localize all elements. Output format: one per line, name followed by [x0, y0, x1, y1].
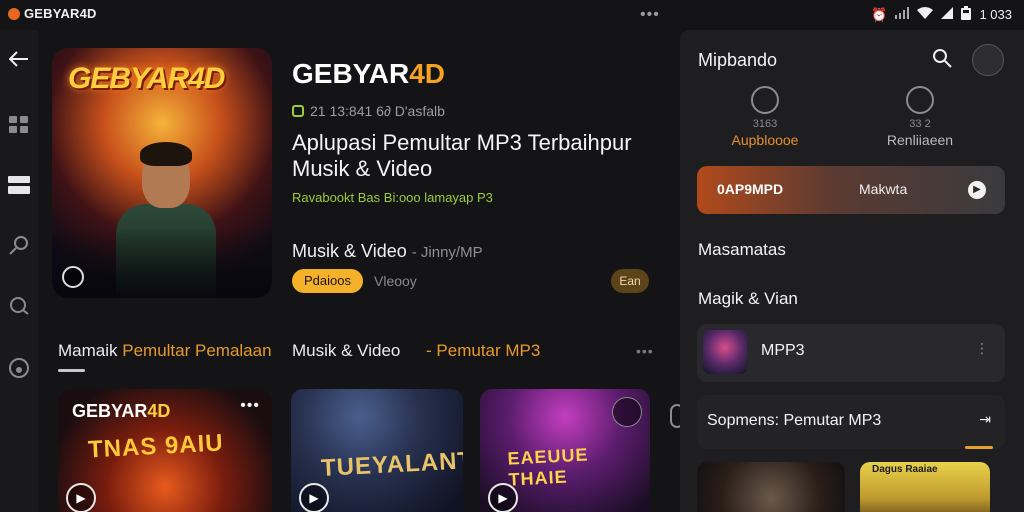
card-artwork-text: TNAS 9AIU [87, 429, 225, 464]
tabs-more-icon[interactable]: ••• [636, 343, 654, 359]
list-item[interactable]: MPP3 ⋮ [697, 324, 1005, 382]
app-meta-icon [292, 105, 304, 117]
cell-icon [941, 7, 954, 22]
profile-avatar[interactable] [972, 44, 1004, 76]
brand-name: GEBYAR4D [24, 6, 97, 21]
play-icon[interactable]: ▶ [299, 483, 329, 512]
grid-icon[interactable] [6, 112, 32, 138]
expand-icon[interactable] [612, 397, 642, 427]
progress-indicator [965, 446, 993, 449]
small-tag-button[interactable]: Ean [611, 269, 649, 293]
panel-title: Mipbando [698, 50, 778, 70]
hero-cover-art[interactable]: GEBYAR4D [52, 48, 272, 298]
list-item-label: MPP3 [761, 342, 805, 359]
tuning-icon [906, 86, 934, 114]
library-icon[interactable] [6, 172, 32, 198]
play-icon[interactable]: ▶ [66, 483, 96, 512]
section-heading: Masamatas [698, 240, 786, 259]
cta-mid-label: Makwta [859, 181, 908, 197]
active-tab-indicator [58, 369, 85, 372]
list-item-label: Sopmens: Pemutar MP3 [707, 412, 882, 429]
battery-icon [961, 6, 972, 23]
play-icon[interactable]: ▶ [488, 483, 518, 512]
media-card[interactable]: GEBYAR4D ••• TNAS 9AIU ▶ [58, 389, 272, 512]
bulb-icon [751, 86, 779, 114]
nav-rail [0, 30, 38, 512]
tab-mamaik[interactable]: Mamaik Pemultar Pemalaan [58, 341, 272, 361]
card-artwork-text: TUEYALANT [320, 447, 463, 482]
headphones-icon[interactable] [6, 292, 32, 318]
skip-icon[interactable]: ⇥ [979, 411, 991, 428]
tab-musik-video[interactable]: Musik & Video [292, 341, 400, 361]
badge-icon [62, 266, 84, 288]
search-icon[interactable] [932, 48, 956, 72]
app-category: Musik & Video - Jinny/MP [292, 241, 483, 261]
tab-pemutar-mp3[interactable]: - Pemutar MP3 [426, 341, 540, 361]
stat-audio[interactable]: 3163 Aupbloooe [695, 86, 835, 148]
overflow-menu-icon[interactable]: ••• [640, 6, 660, 24]
go-arrow-icon: ▶ [968, 181, 986, 199]
card-title: GEBYAR4D [72, 401, 171, 421]
app-subline: Ravabookt Bas Bi:ooo lamayap P3 [292, 190, 493, 205]
hero-art-logo: GEBYAR4D [68, 62, 225, 95]
stat-rendition[interactable]: 33 2 Renliiaeen [850, 86, 990, 148]
section-heading: Magik & Vian [698, 289, 798, 308]
secondary-action-link[interactable]: Vleooy [374, 273, 417, 289]
media-card[interactable]: TUEYALANT ▶ [291, 389, 463, 512]
app-meta: 21 13:841 6∂ D'asfalb [292, 103, 445, 119]
disc-icon[interactable] [6, 355, 32, 381]
wifi-icon [917, 7, 934, 22]
brand: GEBYAR4D [8, 6, 97, 21]
card-more-icon[interactable]: ••• [240, 397, 260, 415]
list-item[interactable]: Sopmens: Pemutar MP3 ⇥ [697, 395, 1005, 449]
card-artwork-text: EAEUUE THAIE [506, 444, 589, 490]
system-icons: ⏰ 1 033 [871, 6, 1012, 23]
brand-logo-icon [8, 7, 20, 20]
search-icon[interactable] [6, 232, 32, 258]
app-title: GEBYAR4D [292, 58, 446, 89]
back-arrow-icon[interactable] [6, 46, 32, 72]
media-thumbnail[interactable]: Dagus Raaiae [860, 462, 990, 512]
panel-cta-button[interactable]: 0AP9MPD Makwta ▶ [697, 166, 1005, 214]
alarm-icon: ⏰ [871, 6, 888, 22]
primary-action-button[interactable]: Pdaioos [292, 269, 363, 293]
media-thumbnail[interactable] [697, 462, 845, 512]
more-vertical-icon[interactable]: ⋮ [975, 340, 989, 357]
app-headline: Aplupasi Pemultar MP3 Terbaihpur Musik &… [292, 130, 632, 181]
media-card[interactable]: EAEUUE THAIE ▶ [480, 389, 650, 512]
tab-bar: Mamaik Pemultar Pemalaan Musik & Video -… [58, 341, 658, 371]
cta-left-label: 0AP9MPD [717, 181, 784, 197]
side-panel: Mipbando 3163 Aupbloooe 33 2 Renliiaeen … [680, 30, 1024, 512]
signal-icon [895, 7, 910, 22]
track-thumbnail [703, 330, 747, 374]
clock: 1 033 [979, 7, 1012, 22]
status-bar: GEBYAR4D ••• ⏰ 1 033 [0, 0, 1024, 30]
